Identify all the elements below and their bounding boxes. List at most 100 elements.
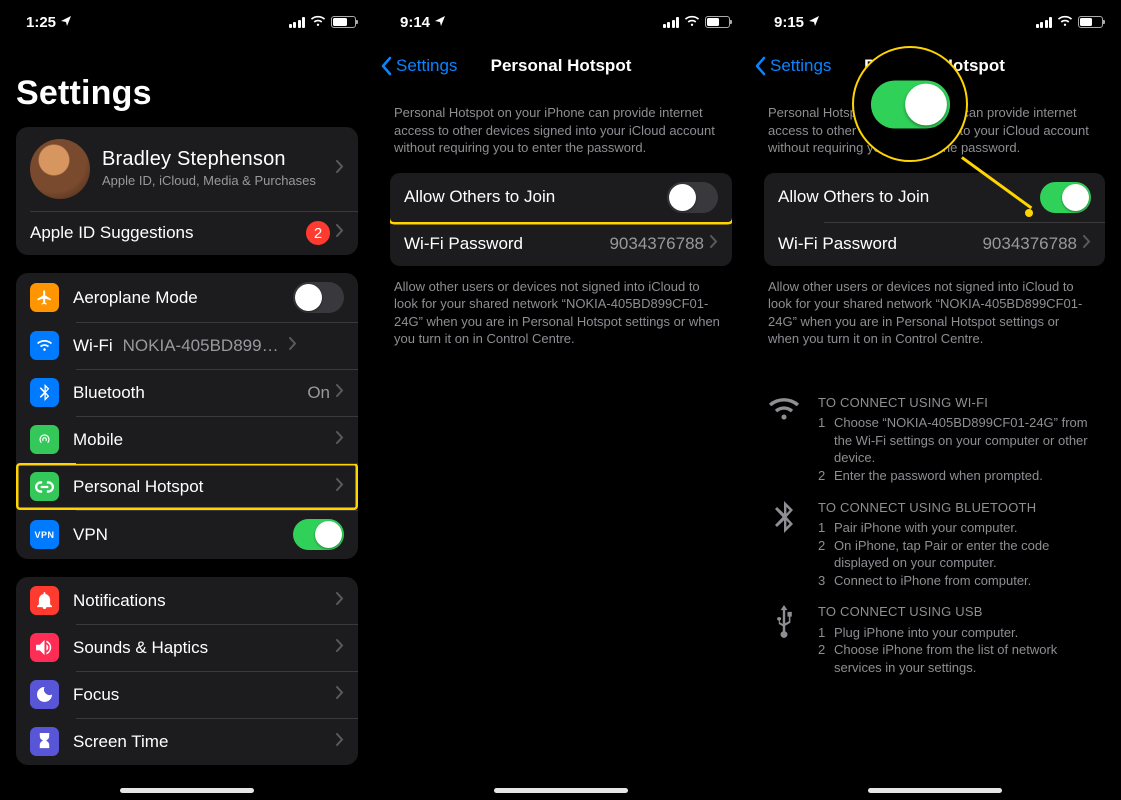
row-label: Focus <box>73 685 336 705</box>
battery-icon <box>331 16 356 28</box>
instr-step: Choose iPhone from the list of network s… <box>834 641 1103 676</box>
home-indicator[interactable] <box>868 788 1002 793</box>
row-label: VPN <box>73 525 293 545</box>
nav-bar: Settings Personal Hotspot <box>374 44 748 88</box>
status-bar: 1:25 <box>0 0 374 44</box>
battery-icon <box>1078 16 1103 28</box>
page-title: Personal Hotspot <box>374 56 748 76</box>
battery-icon <box>705 16 730 28</box>
chevron-right-icon <box>336 431 344 449</box>
avatar <box>30 139 90 199</box>
aeroplane-toggle[interactable] <box>293 282 344 313</box>
chevron-right-icon <box>336 160 344 178</box>
chevron-right-icon <box>336 686 344 704</box>
vpn-icon: VPN <box>30 520 59 549</box>
screen-hotspot-off: 9:14 Settings Personal Hotspot Personal … <box>374 0 748 800</box>
status-time: 9:15 <box>774 14 804 31</box>
focus-row[interactable]: Focus <box>16 671 358 718</box>
row-label: Aeroplane Mode <box>73 288 293 308</box>
wifi-row[interactable]: Wi-Fi NOKIA-405BD899CF01… <box>16 322 358 369</box>
profile-row[interactable]: Bradley Stephenson Apple ID, iCloud, Med… <box>16 127 358 211</box>
chevron-right-icon <box>336 478 344 496</box>
cellular-icon <box>663 17 680 28</box>
instr-step: Choose “NOKIA-405BD899CF01-24G” from the… <box>834 414 1103 467</box>
instr-usb: TO CONNECT USING USB 1Plug iPhone into y… <box>748 589 1121 676</box>
bluetooth-row[interactable]: Bluetooth On <box>16 369 358 416</box>
allow-others-toggle[interactable] <box>1040 182 1091 213</box>
personal-hotspot-row[interactable]: Personal Hotspot <box>16 463 358 510</box>
allow-others-row[interactable]: Allow Others to Join <box>390 173 732 222</box>
status-time: 9:14 <box>400 14 430 31</box>
status-time: 1:25 <box>26 14 56 31</box>
page-title: Settings <box>0 44 374 127</box>
chevron-right-icon <box>336 384 344 402</box>
screen-hotspot-on: 9:15 Settings Personal Hotspot Personal … <box>748 0 1121 800</box>
row-value: NOKIA-405BD899CF01… <box>123 336 283 356</box>
instr-header: TO CONNECT USING BLUETOOTH <box>818 499 1103 517</box>
mobile-icon <box>30 425 59 454</box>
hotspot-group: Allow Others to Join Wi-Fi Password 9034… <box>390 173 732 266</box>
cellular-icon <box>1036 17 1053 28</box>
status-bar: 9:14 <box>374 0 748 44</box>
allow-others-row[interactable]: Allow Others to Join <box>764 173 1105 222</box>
chevron-right-icon <box>336 733 344 751</box>
wifi-password-row[interactable]: Wi-Fi Password 9034376788 <box>764 222 1105 266</box>
callout-toggle <box>870 80 949 128</box>
screentime-icon <box>30 727 59 756</box>
notifications-icon <box>30 586 59 615</box>
mobile-row[interactable]: Mobile <box>16 416 358 463</box>
network-group: Aeroplane Mode Wi-Fi NOKIA-405BD899CF01…… <box>16 273 358 559</box>
row-label: Notifications <box>73 591 336 611</box>
row-label: Screen Time <box>73 732 336 752</box>
row-label: Mobile <box>73 430 336 450</box>
row-label: Allow Others to Join <box>778 187 1040 207</box>
row-label: Allow Others to Join <box>404 187 667 207</box>
sounds-icon <box>30 633 59 662</box>
row-label: Sounds & Haptics <box>73 638 336 658</box>
home-indicator[interactable] <box>494 788 628 793</box>
hotspot-icon <box>30 472 59 501</box>
row-label: Wi-Fi Password <box>778 234 982 254</box>
instr-step: Enter the password when prompted. <box>834 467 1043 485</box>
chevron-right-icon <box>336 592 344 610</box>
bluetooth-icon <box>30 378 59 407</box>
hotspot-group: Allow Others to Join Wi-Fi Password 9034… <box>764 173 1105 266</box>
instr-step: Plug iPhone into your computer. <box>834 624 1018 642</box>
profile-sub: Apple ID, iCloud, Media & Purchases <box>102 173 336 189</box>
instr-header: TO CONNECT USING WI-FI <box>818 394 1103 412</box>
instr-step: Pair iPhone with your computer. <box>834 519 1018 537</box>
profile-name: Bradley Stephenson <box>102 148 336 171</box>
callout-dot <box>1025 209 1033 217</box>
allow-others-toggle[interactable] <box>667 182 718 213</box>
chevron-right-icon <box>710 235 718 253</box>
wifi-icon <box>310 14 326 31</box>
callout-bubble <box>852 46 968 162</box>
location-icon <box>808 14 820 31</box>
profile-group: Bradley Stephenson Apple ID, iCloud, Med… <box>16 127 358 255</box>
row-value: On <box>307 383 330 403</box>
vpn-row[interactable]: VPN VPN <box>16 510 358 559</box>
apple-id-suggestions-row[interactable]: Apple ID Suggestions 2 <box>16 211 358 255</box>
wifi-password-row[interactable]: Wi-Fi Password 9034376788 <box>390 222 732 266</box>
home-indicator[interactable] <box>120 788 254 793</box>
chevron-right-icon <box>336 224 344 242</box>
instr-bluetooth: TO CONNECT USING BLUETOOTH 1Pair iPhone … <box>748 485 1121 590</box>
wifi-icon <box>1057 14 1073 31</box>
hotspot-footer: Allow other users or devices not signed … <box>748 266 1121 348</box>
screentime-row[interactable]: Screen Time <box>16 718 358 765</box>
aeroplane-row[interactable]: Aeroplane Mode <box>16 273 358 322</box>
row-label: Wi-Fi <box>73 336 113 356</box>
screen-settings: 1:25 Settings Bradley Stephenson Apple I… <box>0 0 374 800</box>
location-icon <box>434 14 446 31</box>
bluetooth-icon <box>766 499 802 590</box>
status-bar: 9:15 <box>748 0 1121 44</box>
sounds-row[interactable]: Sounds & Haptics <box>16 624 358 671</box>
instr-step: Connect to iPhone from computer. <box>834 572 1031 590</box>
wifi-icon <box>30 331 59 360</box>
usb-icon <box>766 603 802 676</box>
badge: 2 <box>306 221 330 245</box>
vpn-toggle[interactable] <box>293 519 344 550</box>
notifications-row[interactable]: Notifications <box>16 577 358 624</box>
wifi-icon <box>684 14 700 31</box>
instr-step: On iPhone, tap Pair or enter the code di… <box>834 537 1103 572</box>
